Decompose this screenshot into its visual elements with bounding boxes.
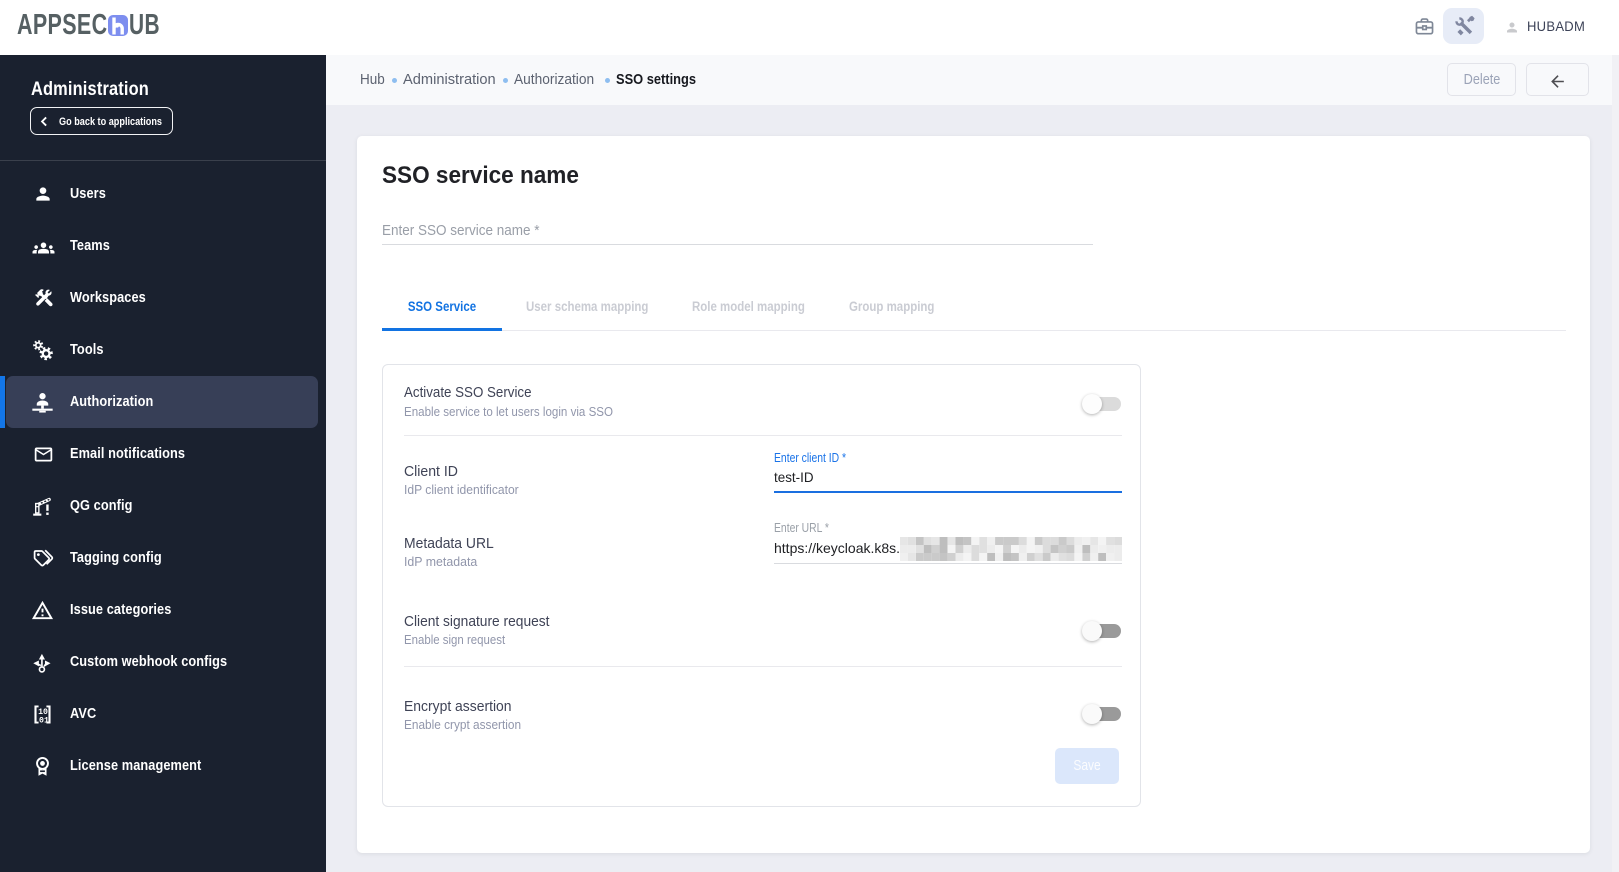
svg-text:01: 01 [39, 716, 49, 725]
